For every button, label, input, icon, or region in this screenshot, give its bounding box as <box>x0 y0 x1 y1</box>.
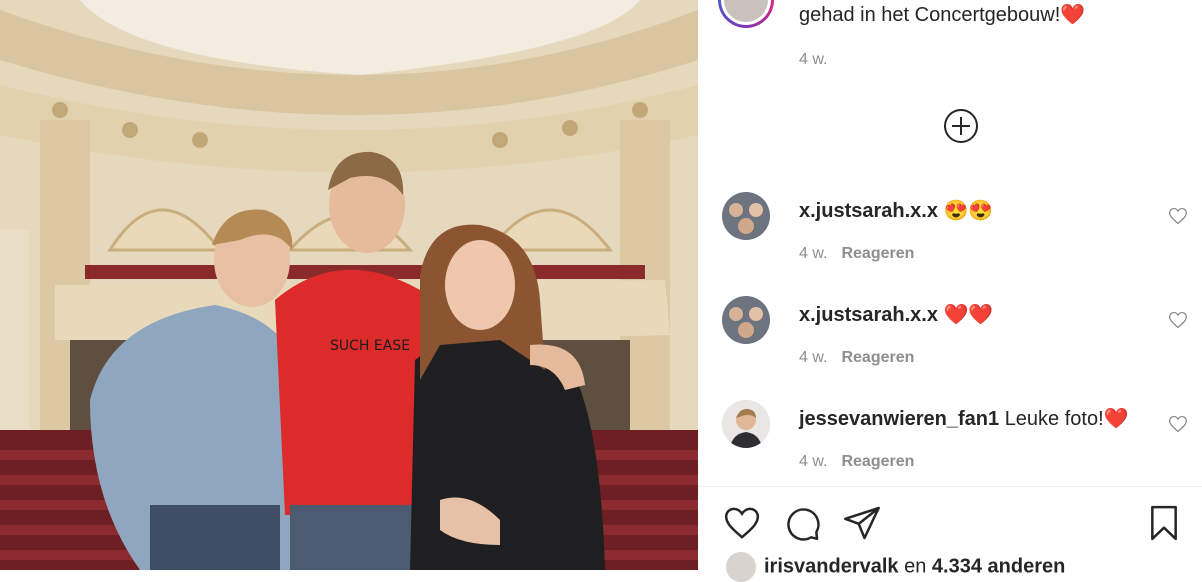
post-photo[interactable]: SUCH EASE <box>0 0 698 570</box>
comment-button[interactable] <box>782 503 822 543</box>
share-icon <box>844 506 880 540</box>
comment-timestamp[interactable]: 4 w. <box>799 245 827 262</box>
comment-item: x.justsarah.x.x ❤️❤️ 4 w. Reageren <box>698 296 1202 376</box>
heart-icon <box>1168 207 1188 225</box>
plus-circle-icon <box>944 109 978 143</box>
concert-hall-photo: SUCH EASE <box>0 0 698 570</box>
liker-avatar[interactable] <box>726 552 756 582</box>
commenter-avatar[interactable] <box>722 400 770 448</box>
like-comment-button[interactable] <box>1168 206 1188 226</box>
liker-username[interactable]: irisvandervalk <box>764 555 899 577</box>
likes-connector: en <box>904 555 927 578</box>
caption-timestamp: 4 w. <box>799 51 828 68</box>
comment-item: x.justsarah.x.x 😍😍 4 w. Reageren <box>698 192 1202 272</box>
comment-timestamp[interactable]: 4 w. <box>799 349 827 366</box>
comment-username[interactable]: jessevanwieren_fan1 <box>799 408 999 430</box>
caption: gehad in het Concertgebouw!❤️ <box>799 2 1085 27</box>
heart-icon <box>1168 415 1188 433</box>
likes-summary[interactable]: irisvandervalk en 4.334 anderen <box>726 552 1065 582</box>
commenter-avatar[interactable] <box>722 296 770 344</box>
bookmark-icon <box>1151 505 1177 541</box>
like-comment-button[interactable] <box>1168 414 1188 434</box>
reply-button[interactable]: Reageren <box>841 349 914 366</box>
caption-text: gehad in het Concertgebouw! <box>799 4 1061 26</box>
comment-icon <box>787 508 820 541</box>
likes-count[interactable]: 4.334 anderen <box>932 555 1065 577</box>
comment-item: jessevanwieren_fan1 Leuke foto!❤️ 4 w. Re… <box>698 400 1202 480</box>
save-button[interactable] <box>1144 503 1184 543</box>
comment-timestamp[interactable]: 4 w. <box>799 453 827 470</box>
divider <box>698 486 1202 487</box>
reply-button[interactable]: Reageren <box>841 453 914 470</box>
heart-icon <box>1168 311 1188 329</box>
commenter-avatar[interactable] <box>722 192 770 240</box>
load-more-comments-button[interactable] <box>943 108 979 144</box>
comment-text: ❤️❤️ <box>943 304 994 326</box>
reply-button[interactable]: Reageren <box>841 245 914 262</box>
share-button[interactable] <box>842 503 882 543</box>
like-comment-button[interactable] <box>1168 310 1188 330</box>
svg-text:SUCH EASE: SUCH EASE <box>330 338 410 354</box>
comment-username[interactable]: x.justsarah.x.x <box>799 200 938 222</box>
author-avatar[interactable] <box>718 0 774 28</box>
comment-username[interactable]: x.justsarah.x.x <box>799 304 938 326</box>
comment-text: 😍😍 <box>943 200 994 222</box>
heart-icon <box>724 507 760 539</box>
comment-text: Leuke foto!❤️ <box>1004 408 1129 430</box>
caption-emoji: ❤️ <box>1060 4 1086 26</box>
like-button[interactable] <box>722 503 762 543</box>
comments-panel: gehad in het Concertgebouw!❤️ 4 w. x.jus… <box>698 0 1202 582</box>
